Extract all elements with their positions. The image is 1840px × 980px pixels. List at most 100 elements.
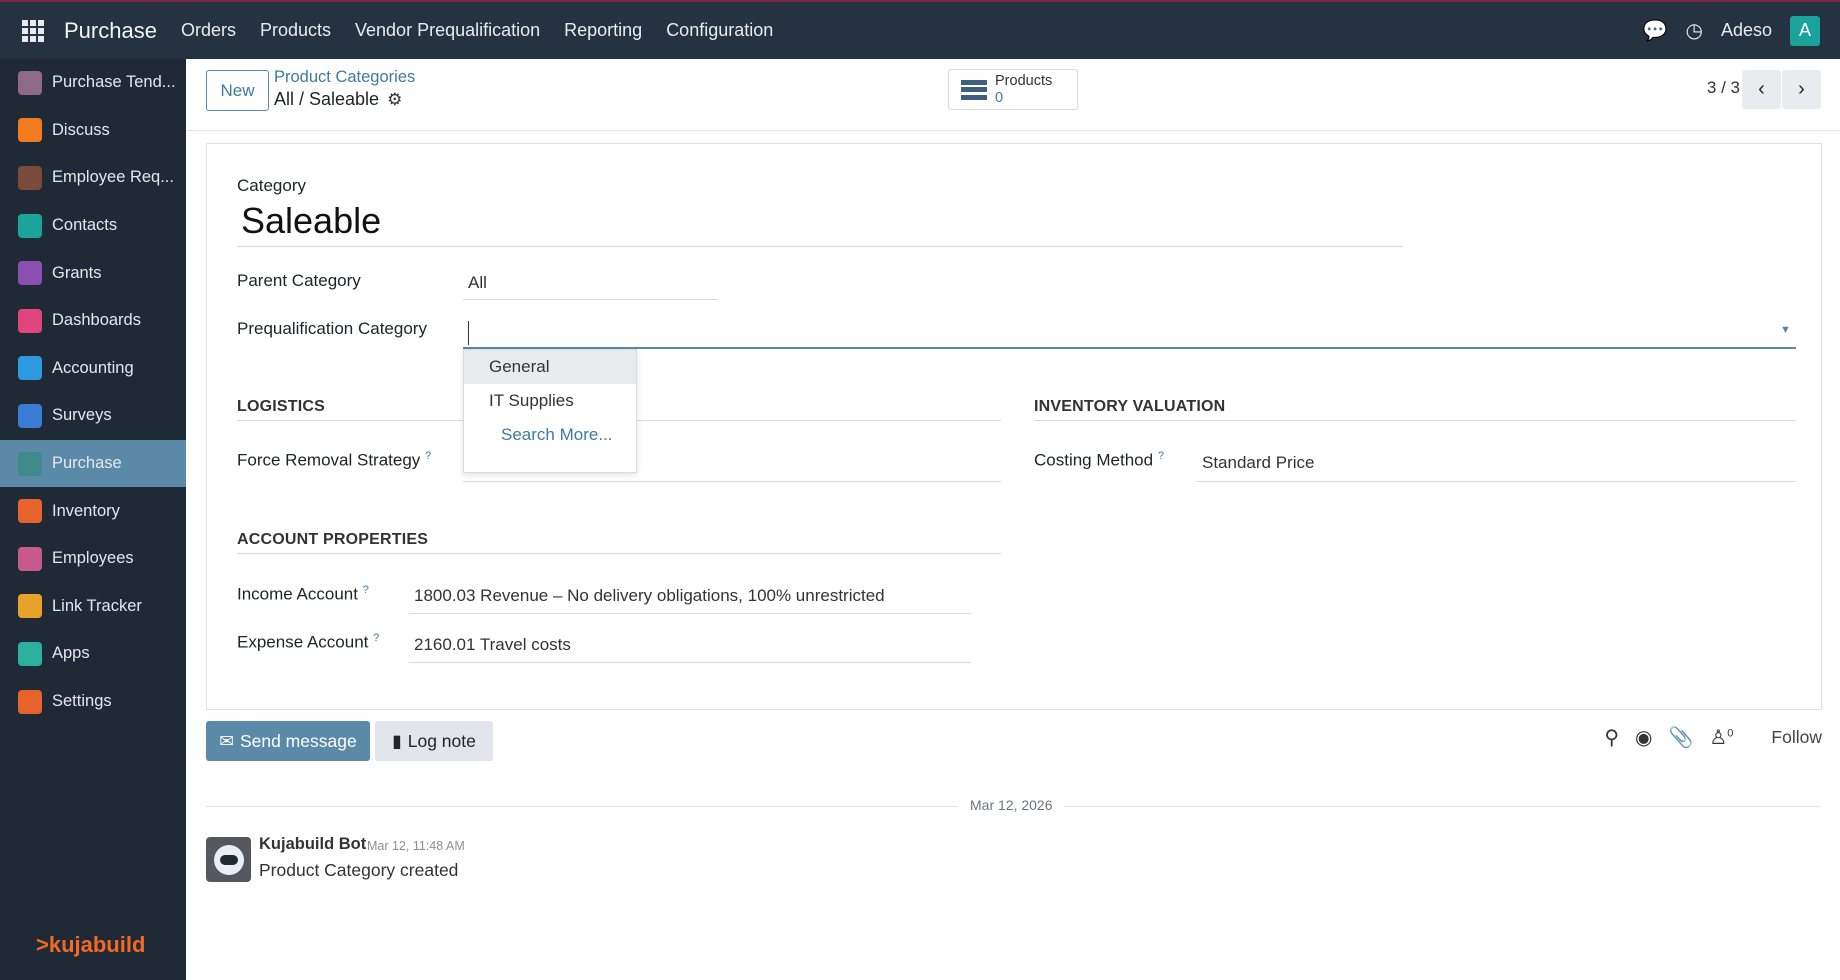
apps-icon (18, 641, 42, 666)
force-removal-strategy-label: Force Removal Strategy ? (237, 450, 431, 471)
sidebar-item-label: Purchase (52, 454, 122, 473)
user-avatar[interactable]: A (1790, 15, 1820, 46)
dropdown-caret-icon[interactable]: ▼ (1780, 324, 1791, 336)
clock-icon[interactable]: ◷ (1686, 18, 1703, 43)
discuss-icon (18, 118, 42, 143)
chevron-left-icon: ‹ (1758, 78, 1765, 100)
employees-icon (18, 546, 42, 571)
breadcrumb-current: All / Saleable ⚙ (274, 89, 402, 110)
prequalification-autocomplete-dropdown: General IT Supplies Search More... (463, 349, 637, 473)
expense-account-text: Expense Account (237, 632, 369, 652)
form-sheet: Category Saleable Parent Category All Pr… (206, 143, 1822, 710)
purchase-icon (18, 451, 42, 476)
sidebar-item-link-tracker[interactable]: Link Tracker (0, 583, 186, 631)
expense-account-label: Expense Account ? (237, 632, 379, 653)
dashboards-icon (18, 308, 42, 333)
employee-request-icon (18, 165, 42, 190)
menu-orders[interactable]: Orders (169, 20, 248, 41)
log-note-button[interactable]: ▮ Log note (375, 721, 493, 761)
message-timestamp: Mar 12, 11:48 AM (367, 839, 465, 853)
category-label: Category (237, 176, 306, 195)
kujabuild-logo: >kujabuild (36, 932, 146, 957)
chatter-toolbar: ⚲ ◉ 📎 ♙0 Follow (1604, 725, 1822, 750)
systray: 💬 ◷ Adeso A (1643, 2, 1820, 59)
pager-next-button[interactable]: › (1782, 70, 1821, 109)
settings-icon (18, 689, 42, 714)
follow-button[interactable]: Follow (1771, 727, 1822, 748)
help-tooltip-icon[interactable]: ? (1158, 450, 1164, 462)
pager-previous-button[interactable]: ‹ (1742, 70, 1781, 109)
income-account-field[interactable]: 1800.03 Revenue – No delivery obligation… (414, 586, 885, 606)
dropdown-option-it-supplies[interactable]: IT Supplies (464, 384, 636, 418)
costing-method-text: Costing Method (1034, 450, 1154, 470)
envelope-icon: ✉ (219, 730, 234, 751)
sidebar-item-inventory[interactable]: Inventory (0, 487, 186, 535)
expense-account-field[interactable]: 2160.01 Travel costs (414, 635, 571, 655)
sidebar-item-surveys[interactable]: Surveys (0, 392, 186, 440)
menu-vendor-prequalification[interactable]: Vendor Prequalification (343, 20, 552, 41)
user-name[interactable]: Adeso (1721, 20, 1772, 41)
menu-configuration[interactable]: Configuration (654, 20, 785, 41)
control-panel: New Product Categories All / Saleable ⚙ … (186, 59, 1840, 131)
contacts-icon (18, 213, 42, 238)
app-brand[interactable]: Purchase (64, 18, 157, 44)
inventory-icon (18, 499, 42, 524)
sidebar-item-accounting[interactable]: Accounting (0, 345, 186, 393)
dropdown-option-general[interactable]: General (464, 350, 636, 384)
message-author[interactable]: Kujabuild Bot (259, 835, 366, 854)
sidebar-item-label: Surveys (52, 406, 112, 425)
parent-category-field[interactable]: All (468, 273, 487, 293)
dropdown-search-more[interactable]: Search More... (464, 418, 636, 452)
send-message-button[interactable]: ✉ Send message (206, 721, 370, 761)
app-sidebar: Purchase Tend... Discuss Employee Req... Co… (0, 59, 186, 980)
products-smart-button[interactable]: Products 0 (948, 69, 1078, 110)
menu-reporting[interactable]: Reporting (552, 20, 654, 41)
sidebar-item-label: Employee Req... (52, 168, 174, 187)
sidebar-item-purchase[interactable]: Purchase (0, 439, 186, 488)
pager-value[interactable]: 3 / 3 (1707, 78, 1740, 98)
paperclip-icon[interactable]: 📎 (1668, 725, 1693, 750)
sidebar-item-apps[interactable]: Apps (0, 630, 186, 678)
smart-button-label: Products (995, 72, 1053, 89)
prequalification-category-label: Prequalification Category (237, 319, 427, 338)
help-tooltip-icon[interactable]: ? (363, 584, 369, 596)
sidebar-item-label: Discuss (52, 120, 110, 139)
costing-method-label: Costing Method ? (1034, 450, 1164, 471)
sidebar-item-label: Accounting (52, 358, 134, 377)
eye-icon[interactable]: ◉ (1635, 725, 1652, 750)
help-tooltip-icon[interactable]: ? (425, 450, 431, 462)
sidebar-item-label: Employees (52, 549, 134, 568)
new-button[interactable]: New (206, 70, 269, 111)
date-separator-label: Mar 12, 2026 (958, 797, 1065, 813)
gear-icon[interactable]: ⚙ (387, 90, 402, 110)
breadcrumb-current-label: All / Saleable (274, 89, 380, 109)
followers-icon[interactable]: ♙0 (1709, 725, 1733, 750)
inventory-valuation-section-title: INVENTORY VALUATION (1034, 398, 1226, 415)
menu-products[interactable]: Products (248, 20, 343, 41)
sidebar-item-dashboards[interactable]: Dashboards (0, 297, 186, 345)
costing-method-field[interactable]: Standard Price (1202, 453, 1314, 473)
sidebar-item-grants[interactable]: Grants (0, 249, 186, 297)
force-removal-strategy-text: Force Removal Strategy (237, 450, 421, 470)
sidebar-item-label: Purchase Tend... (52, 73, 176, 92)
sidebar-item-label: Link Tracker (52, 596, 142, 615)
help-tooltip-icon[interactable]: ? (373, 632, 379, 644)
sidebar-item-settings[interactable]: Settings (0, 678, 186, 726)
chevron-right-icon: › (1798, 78, 1805, 100)
sidebar-item-employee-req[interactable]: Employee Req... (0, 154, 186, 202)
account-properties-section-title: ACCOUNT PROPERTIES (237, 531, 429, 548)
category-name-input[interactable]: Saleable (241, 200, 381, 242)
prequalification-category-input[interactable] (468, 321, 1730, 345)
sidebar-item-discuss[interactable]: Discuss (0, 107, 186, 155)
sidebar-item-contacts[interactable]: Contacts (0, 202, 186, 250)
breadcrumb-parent-link[interactable]: Product Categories (274, 68, 415, 87)
search-icon[interactable]: ⚲ (1604, 725, 1619, 750)
sidebar-item-label: Apps (52, 644, 90, 663)
sidebar-item-purchase-tend[interactable]: Purchase Tend... (0, 59, 186, 107)
chat-bubbles-icon[interactable]: 💬 (1643, 18, 1668, 43)
app-menu-grid-icon[interactable] (22, 19, 44, 42)
followers-count: 0 (1727, 727, 1734, 740)
smart-button-count: 0 (995, 89, 1004, 106)
sidebar-item-employees[interactable]: Employees (0, 535, 186, 583)
sidebar-item-label: Inventory (52, 501, 120, 520)
